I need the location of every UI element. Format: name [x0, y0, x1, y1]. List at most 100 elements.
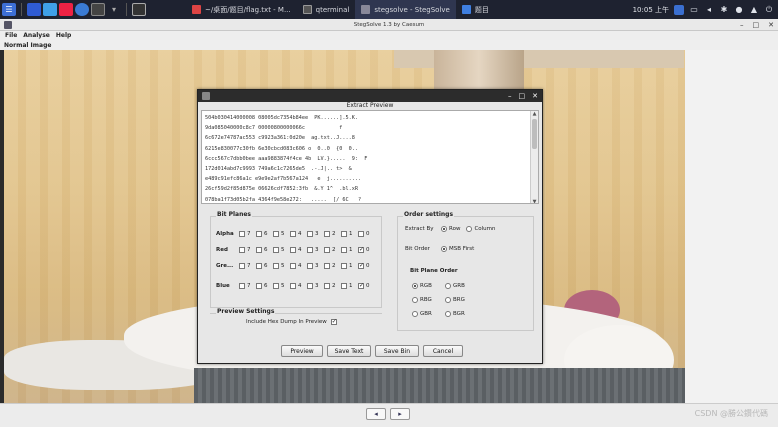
bit-checkbox[interactable]	[358, 282, 364, 289]
bit-checkbox[interactable]	[273, 231, 279, 237]
option-label: RBG	[420, 297, 432, 303]
task-label: 题目	[474, 5, 489, 14]
maximize-icon[interactable]: □	[753, 19, 760, 31]
bit-label: 1	[349, 231, 353, 237]
preview-line: 504b030414000008 08005dc7354b84ee PK....…	[205, 115, 359, 121]
menu-help[interactable]: Help	[56, 31, 71, 41]
save-text-button[interactable]: Save Text	[327, 345, 371, 357]
close-icon[interactable]: ✕	[532, 90, 538, 102]
notification-icon[interactable]: ●	[734, 5, 744, 15]
preview-button[interactable]: Preview	[281, 345, 323, 357]
bit-checkbox[interactable]	[307, 247, 313, 253]
bit-checkbox[interactable]	[358, 246, 364, 253]
extract-by-column-radio[interactable]	[466, 226, 473, 232]
bit-checkbox[interactable]	[324, 263, 330, 269]
bit-checkbox[interactable]	[307, 283, 313, 289]
extract-by-row-radio[interactable]	[441, 226, 447, 232]
prev-button[interactable]: ◂	[366, 408, 386, 420]
option-label: Column	[474, 226, 496, 232]
option-label: GRB	[453, 283, 465, 289]
scrollbar-thumb[interactable]	[532, 119, 537, 149]
chevron-up-icon[interactable]: ▲	[531, 111, 538, 117]
plane-order-radio[interactable]	[412, 283, 418, 289]
hex-dump-checkbox[interactable]	[330, 318, 337, 325]
power-icon[interactable]: ⏻	[764, 5, 774, 15]
minimize-icon[interactable]: –	[508, 90, 512, 102]
preview-scrollbar[interactable]: ▲ ▼	[530, 111, 538, 203]
bit-checkbox[interactable]	[324, 283, 330, 289]
bit-checkbox-group: 7	[239, 247, 253, 253]
lock-icon[interactable]: ▲	[749, 5, 759, 15]
bit-plane-row: Red 7 6 5 4 3 2 1 0	[216, 246, 372, 253]
bit-checkbox[interactable]	[358, 262, 364, 269]
volume-icon[interactable]: ◂	[704, 5, 714, 15]
clock[interactable]: 10:05 上午	[633, 5, 669, 15]
bit-checkbox[interactable]	[256, 247, 262, 253]
bit-checkbox[interactable]	[290, 231, 296, 237]
bit-checkbox[interactable]	[256, 231, 262, 237]
bit-checkbox[interactable]	[290, 283, 296, 289]
bit-checkbox[interactable]	[239, 283, 245, 289]
bit-checkbox[interactable]	[307, 231, 313, 237]
bluetooth-icon[interactable]: ✱	[719, 5, 729, 15]
java-icon	[361, 5, 371, 14]
network-icon[interactable]: ▭	[689, 5, 699, 15]
plane-order-radio[interactable]	[445, 311, 451, 317]
browser-icon[interactable]	[75, 3, 89, 16]
plane-order-radio[interactable]	[445, 283, 451, 289]
bit-checkbox[interactable]	[273, 283, 279, 289]
bit-checkbox[interactable]	[256, 283, 262, 289]
save-bin-button[interactable]: Save Bin	[375, 345, 419, 357]
bit-checkbox[interactable]	[239, 247, 245, 253]
plane-order-radio[interactable]	[412, 297, 418, 303]
maximize-icon[interactable]: □	[519, 90, 526, 102]
menu-file[interactable]: File	[5, 31, 17, 41]
preview-lines: 504b030414000008 08005dc7354b84ee PK....…	[205, 113, 527, 203]
bit-checkbox[interactable]	[290, 247, 296, 253]
preview-line: 172d014abd7c9993 749a6c1c7265de5 .-.J|..…	[205, 166, 352, 173]
desktop-icon[interactable]	[27, 3, 41, 16]
bit-label: 4	[298, 263, 302, 269]
bit-checkbox[interactable]	[324, 231, 330, 237]
bit-checkbox[interactable]	[290, 263, 296, 269]
workspace-icon[interactable]	[132, 3, 146, 16]
chevron-down-icon[interactable]: ▾	[107, 3, 121, 16]
bit-checkbox[interactable]	[256, 263, 262, 269]
bit-checkbox[interactable]	[307, 263, 313, 269]
msb-first-radio[interactable]	[441, 246, 447, 252]
task-qterminal[interactable]: qterminal	[297, 0, 356, 19]
bit-checkbox[interactable]	[341, 263, 347, 269]
task-folder[interactable]: 题目	[456, 0, 495, 19]
plane-order-radio[interactable]	[445, 297, 451, 303]
bit-checkbox[interactable]	[341, 231, 347, 237]
minimize-icon[interactable]: –	[740, 19, 744, 31]
bit-checkbox[interactable]	[341, 247, 347, 253]
cancel-button[interactable]: Cancel	[423, 345, 463, 357]
bit-checkbox-group: 5	[273, 231, 287, 237]
plane-label: Gre...	[216, 263, 234, 269]
preview-text-area[interactable]: 504b030414000008 08005dc7354b84ee PK....…	[201, 110, 539, 204]
bit-checkbox[interactable]	[239, 231, 245, 237]
menu-analyse[interactable]: Analyse	[23, 31, 50, 41]
bit-checkbox[interactable]	[273, 263, 279, 269]
plane-order-option: GRB	[445, 283, 465, 289]
bit-label: 2	[332, 263, 336, 269]
bit-checkbox[interactable]	[273, 247, 279, 253]
plane-order-radio[interactable]	[412, 311, 418, 317]
chevron-down-icon[interactable]: ▼	[531, 199, 538, 203]
terminal-icon[interactable]	[91, 3, 105, 16]
bit-checkbox[interactable]	[239, 263, 245, 269]
task-stegsolve[interactable]: stegsolve - StegSolve	[355, 0, 456, 19]
extract-by-row: Extract By Row Column	[405, 226, 496, 232]
bit-checkbox[interactable]	[324, 247, 330, 253]
editor-icon[interactable]	[59, 3, 73, 16]
option-label: RGB	[420, 283, 432, 289]
keyboard-icon[interactable]	[674, 4, 684, 15]
task-flag-txt[interactable]: ~/桌面/题目/flag.txt - M...	[186, 0, 297, 19]
bit-checkbox[interactable]	[341, 283, 347, 289]
close-icon[interactable]: ✕	[768, 19, 774, 31]
bit-checkbox[interactable]	[358, 231, 364, 237]
menu-icon[interactable]: ☰	[2, 3, 16, 16]
files-icon[interactable]	[43, 3, 57, 16]
next-button[interactable]: ▸	[390, 408, 410, 420]
